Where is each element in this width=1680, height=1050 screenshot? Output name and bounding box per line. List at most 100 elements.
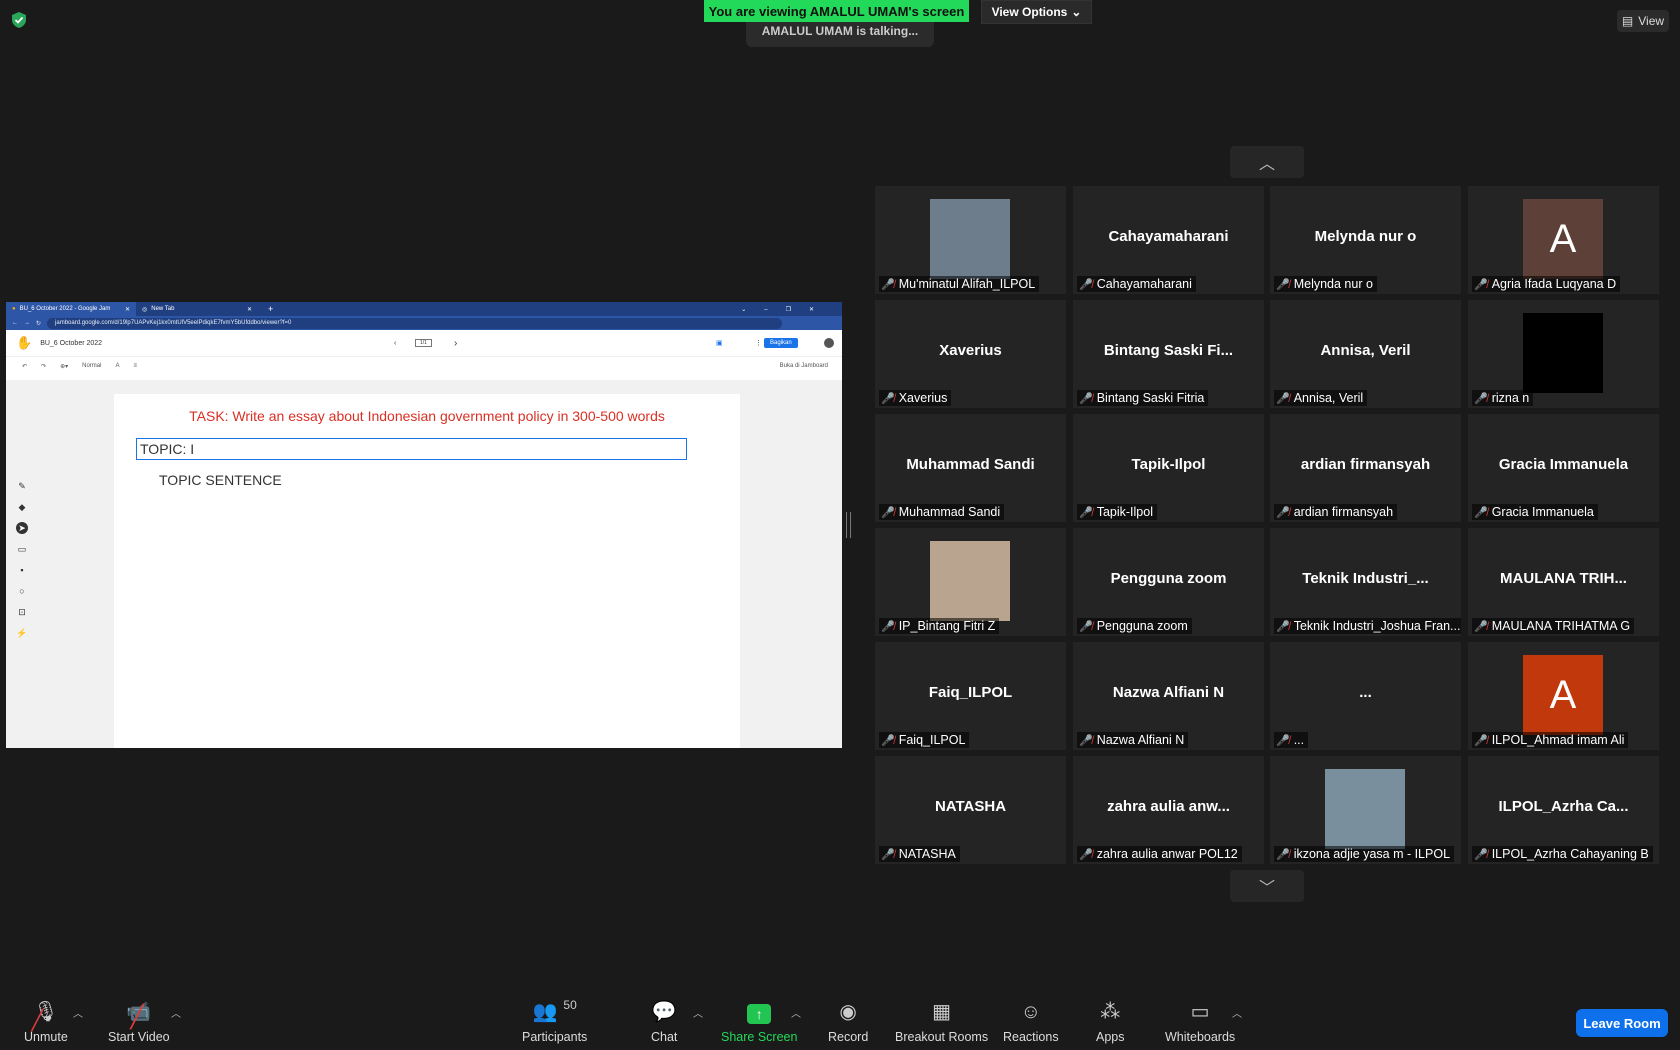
align-icon[interactable]: ≡ (133, 363, 137, 369)
participant-tile[interactable]: 🎤̸ Mu'minatul Alifah_ILPOL (875, 186, 1066, 294)
tab-close-icon[interactable]: ✕ (125, 306, 130, 313)
new-tab-icon[interactable]: + (268, 304, 273, 314)
gallery-prev-page-button[interactable]: ︿ (1230, 146, 1304, 178)
participant-name-label: 🎤̸ Mu'minatul Alifah_ILPOL (879, 276, 1040, 292)
zoom-icon[interactable]: ⊕▾ (60, 363, 68, 370)
share-screen-button[interactable]: ↑ Share Screen (721, 998, 797, 1044)
participant-tile[interactable]: A 🎤̸ Agria Ifada Luqyana D (1468, 186, 1659, 294)
record-button[interactable]: ◉ Record (828, 998, 868, 1044)
share-options-caret-icon[interactable]: ︿ (791, 1005, 801, 1020)
participant-avatar: A (1523, 199, 1603, 279)
pen-icon[interactable]: ✎ (16, 480, 28, 492)
participant-name-label: 🎤̸ zahra aulia anwar POL12 (1077, 846, 1242, 862)
whiteboard-options-caret-icon[interactable]: ︿ (1232, 1005, 1242, 1020)
account-avatar[interactable] (824, 338, 834, 348)
start-video-button[interactable]: 📹 ╱ Start Video (108, 998, 170, 1044)
whiteboards-button[interactable]: ▭ Whiteboards (1165, 998, 1235, 1044)
participant-tile[interactable]: Xaverius 🎤̸ Xaverius (875, 300, 1066, 408)
participant-name-label: 🎤̸ rizna n (1472, 390, 1534, 406)
participant-tile[interactable]: Pengguna zoom 🎤̸ Pengguna zoom (1073, 528, 1264, 636)
unmute-button[interactable]: 🎙 ╱ Unmute (24, 998, 68, 1044)
apps-button[interactable]: ⁂ Apps (1096, 998, 1125, 1044)
eraser-icon[interactable]: ◆ (16, 501, 28, 513)
participant-tile[interactable]: Cahayamaharani 🎤̸ Cahayamaharani (1073, 186, 1264, 294)
circle-icon[interactable]: ○ (16, 585, 28, 597)
participant-display-name: Tapik-Ilpol (1131, 456, 1206, 473)
open-in-jamboard[interactable]: Buka di Jamboard (780, 363, 828, 369)
shared-screen[interactable]: ● BU_6 October 2022 - Google Jam ✕ ◎ New… (6, 302, 842, 748)
participant-tile[interactable]: Nazwa Alfiani N 🎤̸ Nazwa Alfiani N (1073, 642, 1264, 750)
reload-icon[interactable]: ↻ (36, 320, 41, 327)
splitter-handle[interactable] (846, 512, 851, 538)
participant-label-text: Pengguna zoom (1096, 619, 1188, 633)
participant-avatar (1325, 769, 1405, 849)
select-icon[interactable]: ➤ (16, 522, 28, 534)
participant-tile[interactable]: ... 🎤̸... (1270, 642, 1461, 750)
participant-tile[interactable]: Bintang Saski Fi... 🎤̸ Bintang Saski Fitri… (1073, 300, 1264, 408)
chat-options-caret-icon[interactable]: ︿ (693, 1005, 703, 1020)
browser-tab-jamboard[interactable]: ● BU_6 October 2022 - Google Jam ✕ (6, 302, 136, 316)
participant-name-label: 🎤̸ ardian firmansyah (1274, 504, 1398, 520)
share-button[interactable]: Bagikan (764, 338, 798, 348)
participants-button[interactable]: 👥 50 Participants (522, 998, 587, 1044)
participant-avatar (1523, 313, 1603, 393)
muted-mic-icon: 🎤̸ (1079, 392, 1093, 405)
undo-icon[interactable]: ↶ (22, 363, 27, 370)
participant-tile[interactable]: Faiq_ILPOL 🎤̸ Faiq_ILPOL (875, 642, 1066, 750)
doc-title[interactable]: BU_6 October 2022 (40, 340, 102, 347)
redo-icon[interactable]: ↷ (41, 363, 46, 370)
sticky-note-icon[interactable]: ▭ (16, 543, 28, 555)
text-box-icon[interactable]: ⊡ (16, 606, 28, 618)
chat-button[interactable]: 💬 Chat (651, 998, 677, 1044)
security-shield-icon[interactable] (10, 11, 28, 29)
participant-tile[interactable]: Teknik Industri_... 🎤̸ Teknik Industri_Jos… (1270, 528, 1461, 636)
participant-tile[interactable]: NATASHA 🎤̸ NATASHA (875, 756, 1066, 864)
participant-tile[interactable]: 🎤̸ ikzona adjie yasa m - ILPOL (1270, 756, 1461, 864)
participant-tile[interactable]: Tapik-Ilpol 🎤̸ Tapik-Ilpol (1073, 414, 1264, 522)
reactions-button[interactable]: ☺ Reactions (1003, 998, 1059, 1044)
frame-indicator[interactable]: 1/1 (415, 339, 432, 347)
participant-name-label: 🎤̸ Annisa, Veril (1274, 390, 1368, 406)
muted-mic-icon: 🎤̸ (1474, 392, 1488, 405)
topic-text-box[interactable]: TOPIC: I (136, 438, 687, 460)
reactions-icon: ☺ (1020, 1001, 1041, 1023)
back-icon[interactable]: ← (12, 320, 18, 326)
text-color-icon[interactable]: A (115, 363, 119, 369)
participant-tile[interactable]: 🎤̸ IP_Bintang Fitri Z (875, 528, 1066, 636)
browser-tab-new[interactable]: ◎ New Tab ✕ (136, 302, 258, 316)
participant-label-text: ikzona adjie yasa m - ILPOL (1293, 847, 1451, 861)
tab-close-icon[interactable]: ✕ (247, 306, 252, 313)
gallery-next-page-button[interactable]: ﹀ (1230, 870, 1304, 902)
audio-options-caret-icon[interactable]: ︿ (73, 1005, 83, 1020)
participant-tile[interactable]: ILPOL_Azrha Ca... 🎤̸ ILPOL_Azrha Cahayanin… (1468, 756, 1659, 864)
participant-name-label: 🎤̸ Pengguna zoom (1077, 618, 1192, 634)
participant-tile[interactable]: ardian firmansyah 🎤̸ ardian firmansyah (1270, 414, 1461, 522)
participant-tile[interactable]: A 🎤̸ ILPOL_Ahmad imam Ali (1468, 642, 1659, 750)
present-icon[interactable]: ▣ (716, 339, 723, 347)
font-style-select[interactable]: Normal (82, 363, 101, 369)
participant-tile[interactable]: Melynda nur o 🎤̸ Melynda nur o (1270, 186, 1461, 294)
muted-mic-icon: 🎤̸ (1276, 848, 1290, 861)
next-frame-icon[interactable]: › (454, 338, 457, 349)
prev-frame-icon[interactable]: ‹ (394, 340, 396, 347)
leave-room-button[interactable]: Leave Room (1576, 1009, 1668, 1037)
more-icon[interactable]: ⋮ (755, 339, 762, 347)
window-controls[interactable]: ⌄–❐✕ (741, 306, 832, 313)
participant-tile[interactable]: zahra aulia anw... 🎤̸ zahra aulia anwar PO… (1073, 756, 1264, 864)
participant-tile[interactable]: MAULANA TRIH... 🎤̸ MAULANA TRIHATMA G (1468, 528, 1659, 636)
participant-tile[interactable]: Annisa, Veril 🎤̸ Annisa, Veril (1270, 300, 1461, 408)
jamboard-frame[interactable]: TASK: Write an essay about Indonesian go… (114, 394, 740, 748)
participant-tile[interactable]: Muhammad Sandi 🎤̸ Muhammad Sandi (875, 414, 1066, 522)
muted-mic-icon: 🎤̸ (1474, 278, 1488, 291)
video-options-caret-icon[interactable]: ︿ (171, 1005, 181, 1020)
view-button[interactable]: ▤ View (1617, 10, 1669, 32)
participant-tile[interactable]: Gracia Immanuela 🎤̸ Gracia Immanuela (1468, 414, 1659, 522)
participant-display-name: Muhammad Sandi (906, 456, 1035, 473)
url-field[interactable]: jamboard.google.com/d/19lp7UAPvKej1kx0mt… (47, 317, 782, 329)
breakout-rooms-button[interactable]: ▦ Breakout Rooms (895, 998, 988, 1044)
view-options-button[interactable]: View Options ⌄ (981, 0, 1092, 24)
image-icon[interactable]: ▪ (16, 564, 28, 576)
laser-icon[interactable]: ⚡ (16, 627, 28, 639)
forward-icon[interactable]: → (24, 320, 30, 326)
participant-tile[interactable]: 🎤̸ rizna n (1468, 300, 1659, 408)
